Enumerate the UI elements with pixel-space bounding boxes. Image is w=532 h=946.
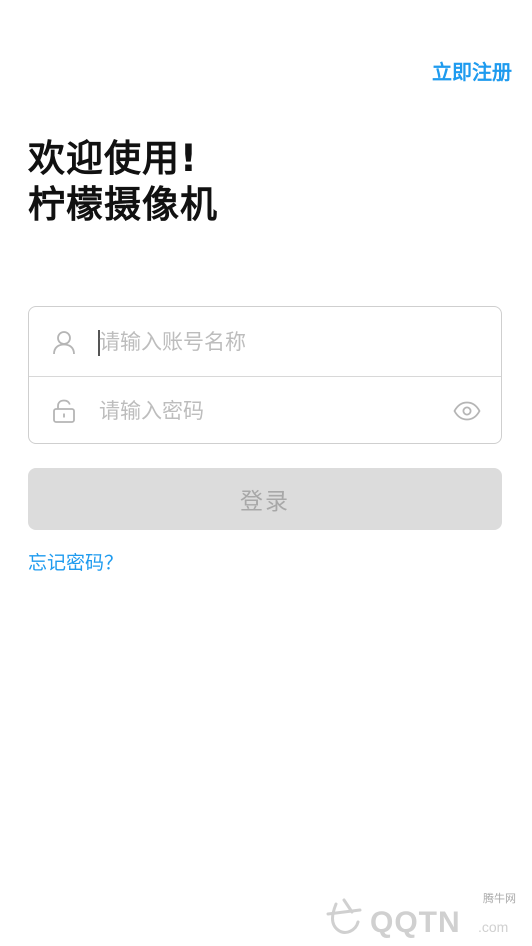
watermark-domain: .com bbox=[478, 919, 508, 935]
watermark-brand: QQTN bbox=[370, 906, 461, 939]
password-field bbox=[29, 376, 501, 443]
watermark: 腾牛网 QQTN .com bbox=[314, 890, 524, 940]
account-input[interactable] bbox=[99, 307, 439, 376]
user-icon bbox=[53, 330, 75, 354]
forgot-password-link[interactable]: 忘记密码？ bbox=[28, 548, 123, 575]
eye-icon[interactable] bbox=[453, 401, 481, 421]
password-input[interactable] bbox=[99, 377, 439, 443]
account-field bbox=[29, 307, 501, 376]
login-button[interactable]: 登录 bbox=[28, 468, 502, 530]
login-form bbox=[28, 306, 502, 444]
login-screen: 立即注册 欢迎使用! 柠檬摄像机 登录 忘记密码？ bbox=[0, 0, 532, 946]
app-name: 柠檬摄像机 bbox=[28, 183, 218, 226]
welcome-heading: 欢迎使用! 柠檬摄像机 bbox=[28, 136, 218, 228]
lock-icon bbox=[53, 399, 75, 423]
register-link[interactable]: 立即注册 bbox=[432, 56, 512, 85]
welcome-line-1: 欢迎使用! bbox=[28, 137, 198, 180]
watermark-text: 腾牛网 bbox=[483, 892, 516, 905]
